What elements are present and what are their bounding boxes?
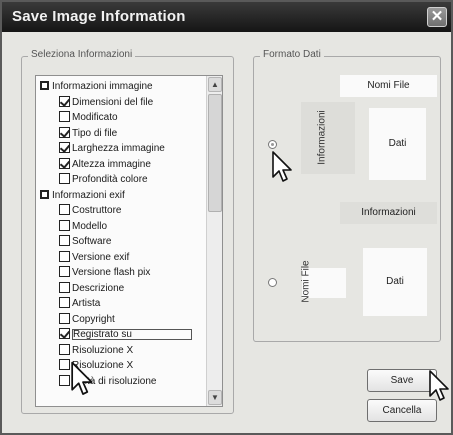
list-item[interactable]: Artista bbox=[36, 296, 206, 312]
format-option-2-side-label: Nomi File bbox=[300, 260, 312, 303]
format-option-1-radio[interactable] bbox=[268, 140, 277, 149]
tree-group-item[interactable]: Informazioni immagine bbox=[36, 79, 206, 95]
checkbox[interactable] bbox=[59, 359, 70, 370]
save-button[interactable]: Save bbox=[367, 369, 437, 392]
list-item-label: Tipo di file bbox=[72, 127, 118, 139]
list-item[interactable]: Modificato bbox=[36, 110, 206, 126]
list-item[interactable]: Altezza immagine bbox=[36, 157, 206, 173]
format-option-2-header: Informazioni bbox=[340, 202, 437, 224]
list-item[interactable]: Risoluzione X bbox=[36, 343, 206, 359]
checkbox[interactable] bbox=[59, 173, 70, 184]
list-item-label: Altezza immagine bbox=[72, 158, 151, 170]
list-item-label: Larghezza immagine bbox=[72, 143, 165, 154]
format-option-1-body: Dati bbox=[369, 108, 426, 180]
checkbox[interactable] bbox=[59, 142, 70, 153]
scroll-down-button[interactable]: ▼ bbox=[208, 390, 222, 405]
checkbox[interactable] bbox=[59, 157, 70, 169]
mouse-cursor-icon bbox=[71, 361, 93, 395]
list-item-label: Costruttore bbox=[72, 205, 122, 216]
list-item[interactable]: Dimensioni del file bbox=[36, 95, 206, 111]
information-items: Informazioni immagine Dimensioni del file… bbox=[36, 79, 206, 389]
checkbox[interactable] bbox=[59, 95, 70, 107]
list-item[interactable]: Registrato su bbox=[36, 327, 206, 343]
checkbox[interactable] bbox=[59, 312, 70, 324]
list-item[interactable]: Unità di risoluzione bbox=[36, 374, 206, 390]
list-item-label: Descrizione bbox=[72, 282, 125, 294]
select-information-label: Seleziona Informazioni bbox=[28, 49, 136, 60]
mouse-cursor-icon bbox=[272, 151, 292, 182]
cancel-button[interactable]: Cancella bbox=[367, 399, 437, 422]
list-item-label: Versione exif bbox=[72, 251, 130, 263]
tree-expand-icon[interactable] bbox=[40, 81, 49, 90]
list-item-label: Copyright bbox=[72, 313, 115, 325]
checkbox[interactable] bbox=[59, 111, 70, 122]
checkbox[interactable] bbox=[59, 297, 70, 308]
list-item[interactable]: Costruttore bbox=[36, 203, 206, 219]
checkbox[interactable] bbox=[59, 250, 70, 262]
list-item-label: Modificato bbox=[72, 112, 118, 123]
mouse-cursor-icon bbox=[429, 370, 449, 401]
list-item-label: Informazioni exif bbox=[52, 189, 125, 201]
format-option-2-radio[interactable] bbox=[268, 278, 277, 287]
checkbox[interactable] bbox=[59, 235, 70, 246]
dialog-title: Save Image Information bbox=[12, 8, 186, 25]
list-item[interactable]: Software bbox=[36, 234, 206, 250]
checkbox[interactable] bbox=[59, 328, 70, 339]
information-tree-list[interactable]: Informazioni immagine Dimensioni del file… bbox=[35, 75, 223, 407]
list-item[interactable]: Descrizione bbox=[36, 281, 206, 297]
format-option-1-side-area bbox=[301, 102, 355, 174]
checkbox[interactable] bbox=[59, 281, 70, 293]
close-button[interactable]: ✕ bbox=[427, 7, 447, 27]
data-format-label: Formato Dati bbox=[260, 49, 324, 60]
list-item-label: Versione flash pix bbox=[72, 267, 151, 278]
list-item[interactable]: Larghezza immagine bbox=[36, 141, 206, 157]
list-item-label: Risoluzione X bbox=[72, 344, 134, 356]
list-item[interactable]: Modello bbox=[36, 219, 206, 235]
list-item-label: Artista bbox=[72, 298, 101, 309]
list-item-label: Informazioni immagine bbox=[52, 81, 153, 92]
list-item[interactable]: Versione exif bbox=[36, 250, 206, 266]
list-item[interactable]: Copyright bbox=[36, 312, 206, 328]
list-item-label: Software bbox=[72, 236, 112, 247]
tree-group-item[interactable]: Informazioni exif bbox=[36, 188, 206, 204]
title-bar[interactable]: Save Image Information ✕ bbox=[2, 2, 451, 32]
format-option-2-body: Dati bbox=[363, 248, 427, 316]
checkbox[interactable] bbox=[59, 343, 70, 355]
tree-expand-icon[interactable] bbox=[40, 189, 49, 199]
checkbox[interactable] bbox=[59, 204, 70, 215]
list-item-label: Modello bbox=[72, 220, 108, 232]
scroll-thumb[interactable] bbox=[208, 94, 222, 212]
list-item[interactable]: Profondità colore bbox=[36, 172, 206, 188]
list-item-label: Profondità colore bbox=[72, 174, 148, 185]
list-item-label: Registrato su bbox=[72, 329, 192, 340]
list-item[interactable]: Risoluzione X bbox=[36, 358, 206, 374]
list-item-label: Dimensioni del file bbox=[72, 96, 154, 108]
format-option-1-side-label: Informazioni bbox=[316, 110, 328, 165]
list-item[interactable]: Versione flash pix bbox=[36, 265, 206, 281]
list-item[interactable]: Tipo di file bbox=[36, 126, 206, 142]
scroll-up-button[interactable]: ▲ bbox=[208, 77, 222, 92]
checkbox[interactable] bbox=[59, 266, 70, 277]
format-option-1-header: Nomi File bbox=[340, 75, 437, 97]
checkbox[interactable] bbox=[59, 219, 70, 231]
checkbox[interactable] bbox=[59, 126, 70, 138]
checkbox[interactable] bbox=[59, 374, 70, 386]
list-scrollbar[interactable]: ▲ ▼ bbox=[206, 76, 222, 406]
